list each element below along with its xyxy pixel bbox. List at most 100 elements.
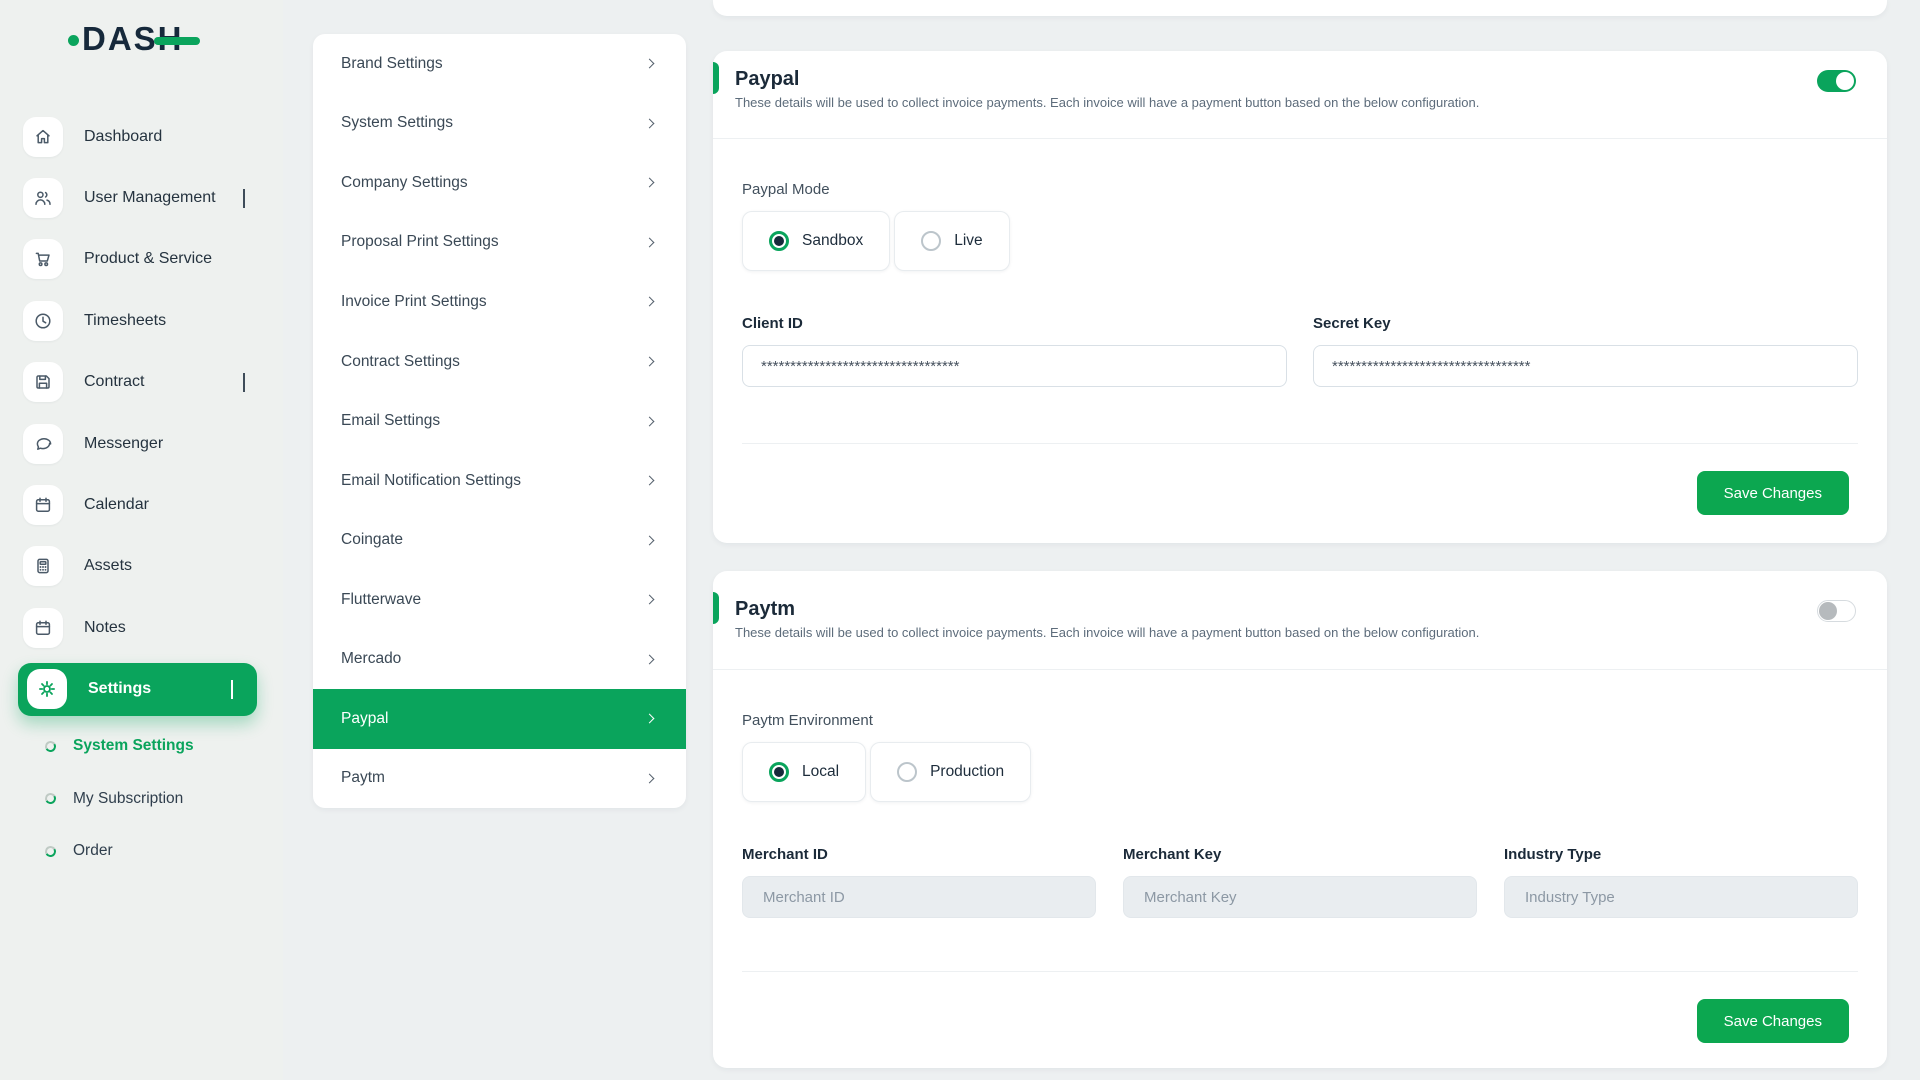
menu-item-label: Mercado (341, 650, 401, 668)
paytm-env-production-option[interactable]: Production (870, 742, 1031, 802)
sidebar-item-label: Assets (84, 557, 132, 575)
sidebar-item-user-management[interactable]: User Management (0, 167, 283, 228)
sidebar-item-product-service[interactable]: Product & Service (0, 229, 283, 290)
paypal-settings-card: Paypal These details will be used to col… (713, 51, 1887, 543)
menu-item-label: Proposal Print Settings (341, 233, 499, 251)
menu-item-label: Contract Settings (341, 353, 460, 371)
settings-menu-item-contract-settings[interactable]: Contract Settings (313, 332, 686, 392)
accent-bar (713, 592, 719, 624)
merchant-id-label: Merchant ID (742, 846, 1096, 863)
industry-type-input[interactable] (1504, 876, 1858, 918)
merchant-key-input[interactable] (1123, 876, 1477, 918)
sidebar-item-label: Product & Service (84, 250, 212, 268)
radio-label: Local (802, 763, 839, 781)
settings-menu-item-flutterwave[interactable]: Flutterwave (313, 570, 686, 630)
sidebar: DASH Dashboard User Management (0, 0, 283, 1080)
menu-item-label: Paypal (341, 710, 388, 728)
merchant-id-input[interactable] (742, 876, 1096, 918)
app-logo[interactable]: DASH (68, 20, 200, 58)
chevron-right-icon (645, 773, 655, 783)
menu-item-label: Coingate (341, 531, 403, 549)
settings-menu-item-invoice-print-settings[interactable]: Invoice Print Settings (313, 272, 686, 332)
paypal-save-button[interactable]: Save Changes (1697, 471, 1849, 515)
sidebar-item-calendar[interactable]: Calendar (0, 474, 283, 535)
calendar-icon (23, 608, 63, 648)
sidebar-item-timesheets[interactable]: Timesheets (0, 290, 283, 351)
settings-menu-item-paypal[interactable]: Paypal (313, 689, 686, 749)
settings-menu-item-mercado[interactable]: Mercado (313, 629, 686, 689)
paypal-mode-label: Paypal Mode (742, 181, 1858, 198)
radio-unselected-icon (897, 762, 917, 782)
sidebar-item-label: Settings (88, 680, 151, 698)
sidebar-item-assets[interactable]: Assets (0, 536, 283, 597)
chevron-right-icon (645, 595, 655, 605)
sidebar-item-notes[interactable]: Notes (0, 597, 283, 658)
secret-key-input[interactable] (1313, 345, 1858, 387)
chevron-right-icon (645, 535, 655, 545)
sidebar-item-label: Dashboard (84, 128, 162, 146)
paytm-enabled-toggle[interactable] (1817, 600, 1856, 622)
menu-item-label: Company Settings (341, 174, 468, 192)
divider (713, 138, 1887, 139)
home-icon (23, 117, 63, 157)
sidebar-subitem-my-subscription[interactable]: My Subscription (0, 772, 283, 825)
chevron-right-icon (645, 416, 655, 426)
sidebar-subitem-order[interactable]: Order (0, 825, 283, 878)
paytm-environment-label: Paytm Environment (742, 712, 1858, 729)
paytm-save-button[interactable]: Save Changes (1697, 999, 1849, 1043)
sidebar-nav: Dashboard User Management Product & Serv… (0, 106, 283, 877)
chevron-right-icon (645, 237, 655, 247)
menu-item-label: Flutterwave (341, 591, 421, 609)
paypal-mode-sandbox-option[interactable]: Sandbox (742, 211, 890, 271)
settings-menu-item-company-settings[interactable]: Company Settings (313, 153, 686, 213)
merchant-key-label: Merchant Key (1123, 846, 1477, 863)
settings-menu-item-email-settings[interactable]: Email Settings (313, 391, 686, 451)
calendar-icon (23, 485, 63, 525)
sidebar-item-dashboard[interactable]: Dashboard (0, 106, 283, 167)
chevron-right-icon (645, 714, 655, 724)
menu-item-label: Paytm (341, 769, 385, 787)
settings-menu-item-system-settings[interactable]: System Settings (313, 94, 686, 154)
sidebar-item-contract[interactable]: Contract (0, 352, 283, 413)
chat-icon (23, 424, 63, 464)
sidebar-item-messenger[interactable]: Messenger (0, 413, 283, 474)
menu-item-label: Brand Settings (341, 55, 443, 73)
paytm-env-local-option[interactable]: Local (742, 742, 866, 802)
settings-menu-item-email-notification-settings[interactable]: Email Notification Settings (313, 451, 686, 511)
paypal-card-header: Paypal These details will be used to col… (713, 51, 1887, 138)
sidebar-item-label: Contract (84, 373, 144, 391)
client-id-label: Client ID (742, 315, 1287, 332)
paypal-enabled-toggle[interactable] (1817, 70, 1856, 92)
radio-label: Live (954, 232, 982, 250)
chevron-down-icon (231, 680, 233, 698)
paytm-card-description: These details will be used to collect in… (735, 625, 1887, 640)
paytm-card-header: Paytm These details will be used to coll… (713, 571, 1887, 669)
logo-dash-icon (154, 37, 200, 45)
chevron-right-icon (645, 59, 655, 69)
paytm-card-title: Paytm (735, 596, 1887, 622)
sidebar-subitem-system-settings[interactable]: System Settings (0, 720, 283, 773)
paypal-mode-radio-group: Sandbox Live (742, 211, 1858, 271)
radio-label: Sandbox (802, 232, 863, 250)
secret-key-label: Secret Key (1313, 315, 1858, 332)
menu-item-label: System Settings (341, 114, 453, 132)
client-id-input[interactable] (742, 345, 1287, 387)
paypal-card-description: These details will be used to collect in… (735, 95, 1887, 110)
paytm-card-body: Paytm Environment Local Production Merch… (713, 712, 1887, 972)
chevron-right-icon (645, 297, 655, 307)
settings-menu-item-proposal-print-settings[interactable]: Proposal Print Settings (313, 213, 686, 273)
save-icon (23, 362, 63, 402)
bullet-icon (44, 792, 57, 805)
settings-menu-item-brand-settings[interactable]: Brand Settings (313, 34, 686, 94)
settings-menu-item-coingate[interactable]: Coingate (313, 510, 686, 570)
sidebar-item-settings[interactable]: Settings (18, 663, 257, 716)
chevron-right-icon (645, 476, 655, 486)
settings-menu-item-paytm[interactable]: Paytm (313, 749, 686, 808)
bullet-icon (44, 739, 57, 752)
paytm-environment-radio-group: Local Production (742, 742, 1858, 802)
subitem-label: My Subscription (73, 790, 183, 808)
paypal-mode-live-option[interactable]: Live (894, 211, 1009, 271)
industry-type-label: Industry Type (1504, 846, 1858, 863)
gear-icon (27, 669, 67, 709)
sidebar-item-label: User Management (84, 189, 216, 207)
